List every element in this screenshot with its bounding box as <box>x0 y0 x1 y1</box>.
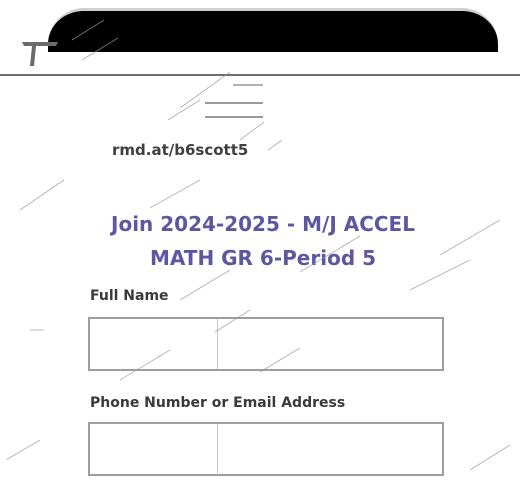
full-name-input[interactable] <box>90 319 442 369</box>
contact-input[interactable] <box>90 424 442 474</box>
field-divider <box>217 319 218 369</box>
full-name-field-box[interactable] <box>88 317 444 371</box>
contact-label: Phone Number or Email Address <box>90 395 346 411</box>
class-title-line-1: Join 2024-2025 - M/J ACCEL <box>111 212 415 236</box>
decorative-rule <box>233 84 263 86</box>
decorative-rule <box>205 102 263 104</box>
full-name-label: Full Name <box>90 288 169 304</box>
remind-logo-icon <box>22 42 58 66</box>
field-divider <box>217 424 218 474</box>
class-title-line-2: MATH GR 6-Period 5 <box>149 246 377 270</box>
contact-field-box[interactable] <box>88 422 444 476</box>
header-bar <box>48 8 498 52</box>
class-title: Join 2024-2025 - M/J ACCEL MATH GR 6-Per… <box>98 207 428 275</box>
join-link[interactable]: rmd.at/b6scott5 <box>112 141 248 159</box>
decorative-rule <box>205 116 263 118</box>
header-divider <box>0 74 520 76</box>
